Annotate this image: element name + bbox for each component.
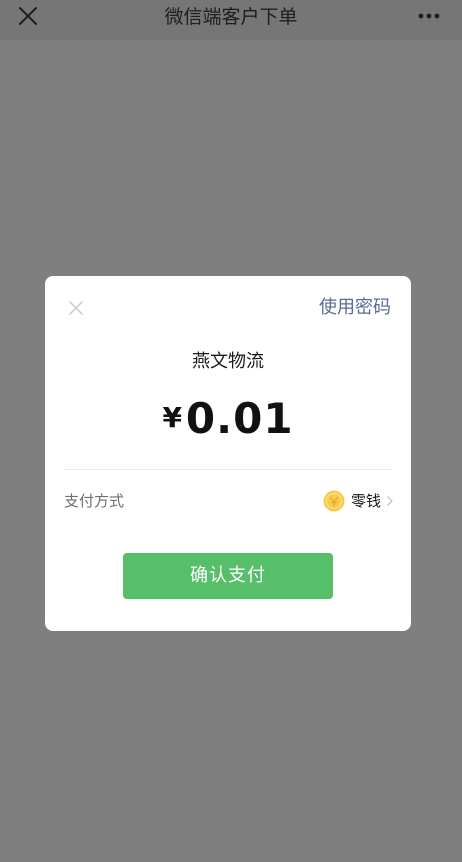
- payment-amount: ¥0.01: [45, 390, 411, 456]
- page-title: 微信端客户下单: [164, 6, 298, 28]
- nav-bar: 微信端客户下单: [0, 0, 462, 40]
- more-icon[interactable]: [418, 13, 440, 19]
- payment-dialog: 使用密码 燕文物流 ¥0.01 支付方式 零钱 确认支付: [45, 276, 411, 631]
- chevron-right-icon: [387, 496, 393, 506]
- confirm-payment-button[interactable]: 确认支付: [123, 553, 333, 599]
- currency-symbol: ¥: [162, 401, 182, 434]
- divider: [64, 469, 392, 470]
- merchant-name: 燕文物流: [192, 351, 264, 372]
- pay-method-label: 支付方式: [64, 492, 125, 510]
- use-password-link[interactable]: 使用密码: [319, 296, 391, 320]
- pay-method-value: 零钱: [350, 492, 381, 510]
- amount-value: 0.01: [185, 394, 294, 443]
- coin-icon: [323, 490, 345, 512]
- pay-method-selector[interactable]: 零钱: [323, 489, 393, 513]
- close-icon[interactable]: [69, 301, 83, 315]
